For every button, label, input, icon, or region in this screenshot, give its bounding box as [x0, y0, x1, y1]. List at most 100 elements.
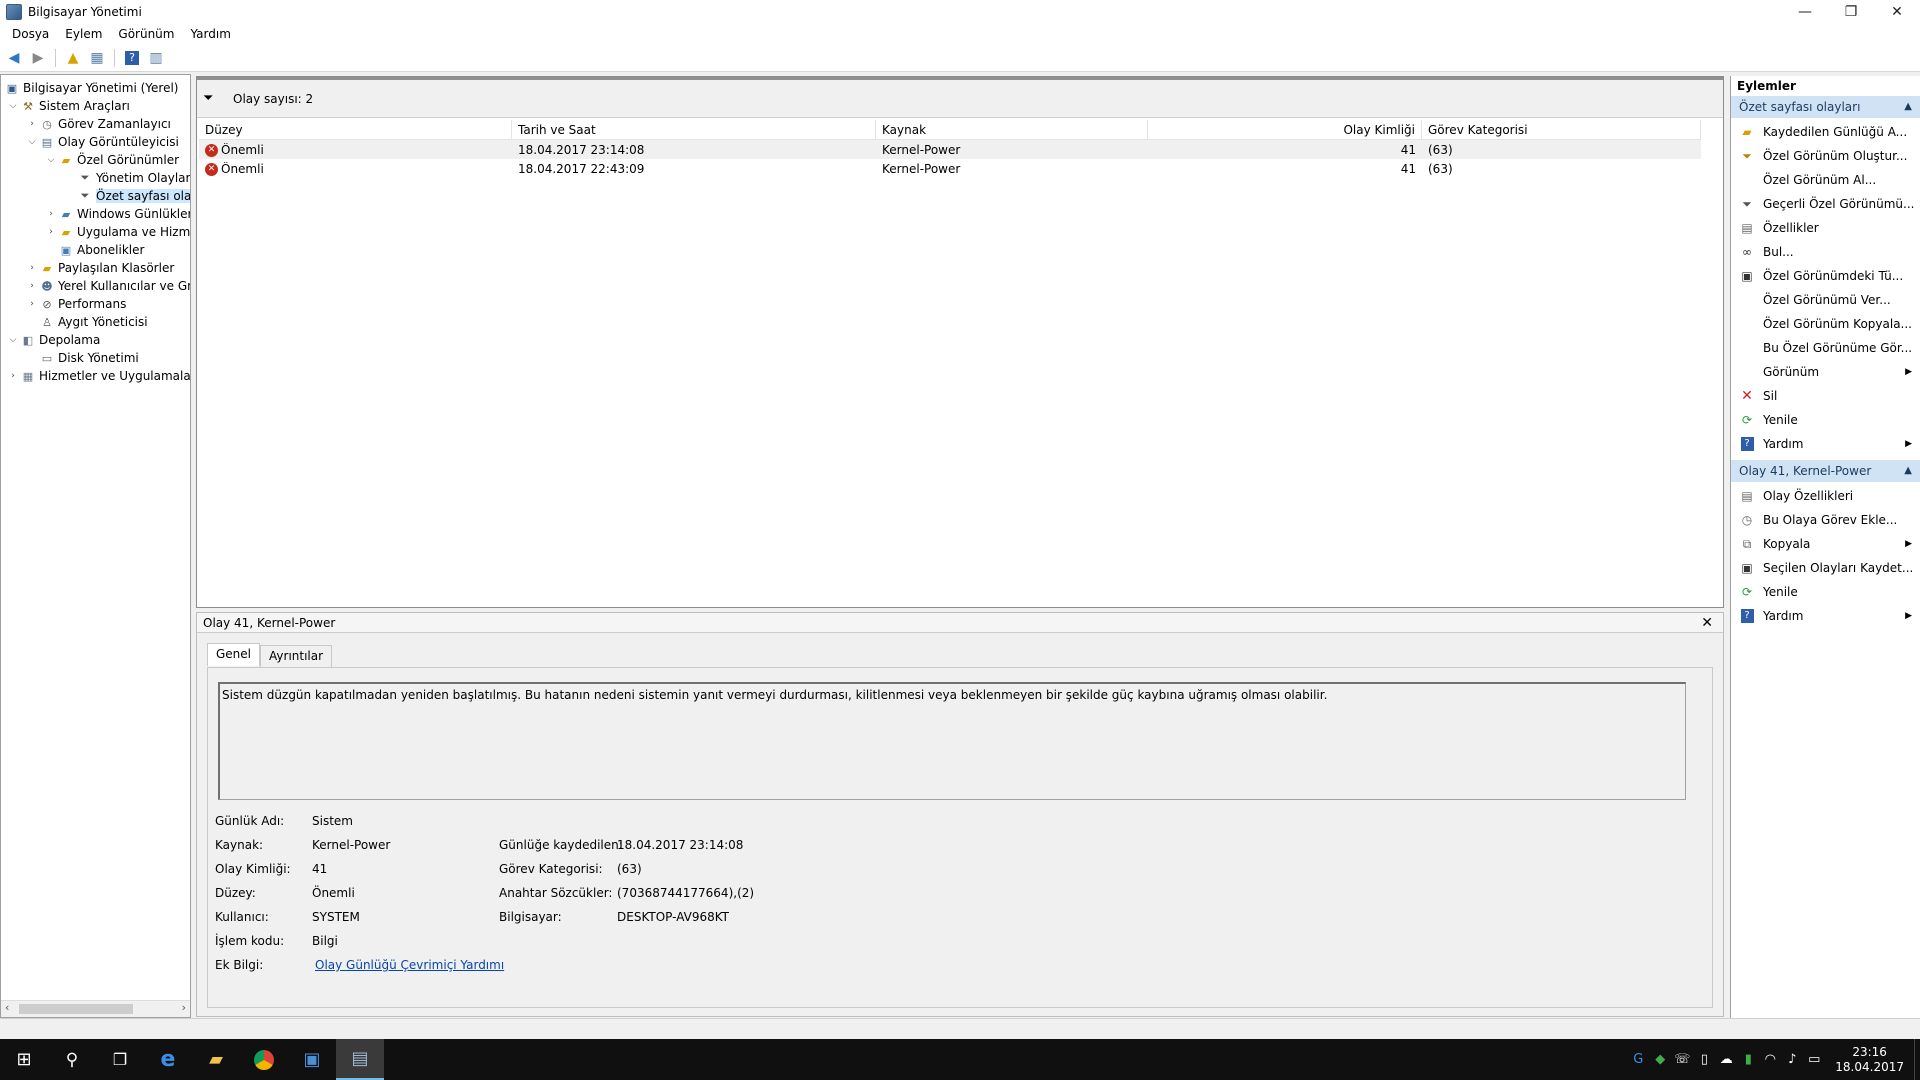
taskbar-clock[interactable]: 23:16 18.04.2017 [1825, 1045, 1914, 1075]
tray-volume-icon[interactable]: ♪ [1781, 1052, 1803, 1067]
column-header-level[interactable]: Düzey [199, 119, 512, 140]
column-header-task-category[interactable]: Görev Kategorisi [1422, 119, 1701, 140]
action-properties[interactable]: ▤ Özellikler [1731, 216, 1920, 240]
table-row[interactable]: ✕ Önemli 18.04.2017 22:43:09 Kernel-Power… [199, 159, 1701, 178]
scrollbar-thumb[interactable] [19, 1004, 133, 1014]
tray-cloud-icon[interactable]: ☁ [1715, 1052, 1737, 1067]
taskbar-edge[interactable]: e [144, 1039, 192, 1080]
tree-item-shared-folders[interactable]: › ▰ Paylaşılan Klasörler [26, 259, 174, 277]
tree-item-event-viewer[interactable]: ⌵ ▤ Olay Görüntüleyicisi [26, 133, 179, 151]
taskbar-chrome[interactable] [240, 1039, 288, 1080]
action-save-all-events[interactable]: ▣ Özel Görünümdeki Tü... [1731, 264, 1920, 288]
action-copy-custom-view[interactable]: Özel Görünüm Kopyala... [1731, 312, 1920, 336]
action-view-submenu[interactable]: Görünüm ▶ [1731, 360, 1920, 384]
tree-horizontal-scrollbar[interactable]: ‹ › [1, 1000, 190, 1017]
column-header-source[interactable]: Kaynak [876, 119, 1148, 140]
task-view-button[interactable]: ❐ [96, 1039, 144, 1080]
taskbar-file-explorer[interactable]: ▰ [192, 1039, 240, 1080]
forward-button[interactable]: ▶ [28, 48, 48, 68]
action-import-custom-view[interactable]: Özel Görünüm Al... [1731, 168, 1920, 192]
action-filter-current-view[interactable]: ⏷ Geçerli Özel Görünümü... [1731, 192, 1920, 216]
taskbar-computer-management[interactable]: ▤ [336, 1039, 384, 1080]
up-folder-button[interactable]: ▲ [63, 48, 83, 68]
action-event-properties[interactable]: ▤ Olay Özellikleri [1731, 484, 1920, 508]
collapse-arrow-icon[interactable]: ▲ [1904, 460, 1912, 482]
action-delete[interactable]: ✕ Sil [1731, 384, 1920, 408]
tree-item-storage[interactable]: ⌵ ◧ Depolama [7, 331, 101, 349]
maximize-button[interactable]: ❐ [1828, 0, 1874, 24]
show-hide-action-pane-button[interactable]: ▥ [146, 48, 166, 68]
column-header-event-id[interactable]: Olay Kimliği [1148, 119, 1422, 140]
tree-item-windows-logs[interactable]: › ▰ Windows Günlükleri [45, 205, 190, 223]
expand-chevron-icon[interactable]: › [45, 209, 57, 219]
tray-update-icon[interactable]: ◆ [1649, 1052, 1671, 1067]
tree-item-disk-management[interactable]: ▭ Disk Yönetimi [26, 349, 139, 367]
section-header-summary-events[interactable]: Özet sayfası olayları ▲ [1731, 96, 1920, 118]
search-button[interactable]: ⚲ [48, 1039, 96, 1080]
action-refresh-event[interactable]: ⟳ Yenile [1731, 580, 1920, 604]
tray-phone-icon[interactable]: ☏ [1671, 1052, 1693, 1067]
scroll-right-icon[interactable]: › [182, 1001, 186, 1014]
tree-item-computer-management[interactable]: ▣ Bilgisayar Yönetimi (Yerel) [3, 79, 179, 97]
expand-chevron-icon[interactable]: › [26, 119, 38, 129]
scroll-left-icon[interactable]: ‹ [5, 1001, 9, 1014]
action-find[interactable]: ∞ Bul... [1731, 240, 1920, 264]
collapse-arrow-icon[interactable]: ▲ [1904, 96, 1912, 118]
menu-dosya[interactable]: Dosya [4, 27, 57, 41]
menu-gorunum[interactable]: Görünüm [110, 27, 182, 41]
action-export-custom-view[interactable]: Özel Görünümü Ver... [1731, 288, 1920, 312]
column-header-datetime[interactable]: Tarih ve Saat [512, 119, 876, 140]
tree-item-performance[interactable]: › ⊘ Performans [26, 295, 126, 313]
expand-chevron-icon[interactable]: › [26, 263, 38, 273]
section-header-event[interactable]: Olay 41, Kernel-Power ▲ [1731, 460, 1920, 482]
close-icon[interactable]: ✕ [1701, 615, 1713, 631]
action-refresh[interactable]: ⟳ Yenile [1731, 408, 1920, 432]
expand-chevron-icon[interactable]: › [7, 371, 19, 381]
action-create-custom-view[interactable]: ⏷ Özel Görünüm Oluştur... [1731, 144, 1920, 168]
action-open-saved-log[interactable]: ▰ Kaydedilen Günlüğü A... [1731, 120, 1920, 144]
collapse-chevron-icon[interactable]: ⌵ [45, 155, 57, 165]
action-save-selected-events[interactable]: ▣ Seçilen Olayları Kaydet... [1731, 556, 1920, 580]
minimize-button[interactable]: — [1782, 0, 1828, 24]
action-help[interactable]: ? Yardım ▶ [1731, 432, 1920, 456]
tray-battery-icon[interactable]: ▮ [1737, 1052, 1759, 1067]
action-attach-task-to-event[interactable]: ◷ Bu Olaya Görev Ekle... [1731, 508, 1920, 532]
action-copy[interactable]: ⧉ Kopyala ▶ [1731, 532, 1920, 556]
show-hide-tree-button[interactable]: ▦ [87, 48, 107, 68]
tab-details[interactable]: Ayrıntılar [260, 645, 333, 668]
table-row[interactable]: ✕ Önemli 18.04.2017 23:14:08 Kernel-Power… [199, 140, 1701, 159]
collapse-chevron-icon[interactable]: ⌵ [7, 335, 19, 345]
tree-item-task-scheduler[interactable]: › ◷ Görev Zamanlayıcı [26, 115, 171, 133]
tree-item-services-apps[interactable]: › ▦ Hizmetler ve Uygulamalar [7, 367, 190, 385]
collapse-chevron-icon[interactable]: ⌵ [26, 137, 38, 147]
tree-item-summary-events[interactable]: ⏷ Özet sayfası olay [64, 187, 190, 205]
action-attach-task-to-view[interactable]: Bu Özel Görünüme Gör... [1731, 336, 1920, 360]
menu-eylem[interactable]: Eylem [57, 27, 110, 41]
action-help-event[interactable]: ? Yardım ▶ [1731, 604, 1920, 628]
tree-item-system-tools[interactable]: ⌵ ⚒ Sistem Araçları [7, 97, 130, 115]
back-button[interactable]: ◀ [4, 48, 24, 68]
event-description[interactable]: Sistem düzgün kapatılmadan yeniden başla… [218, 682, 1686, 800]
expand-chevron-icon[interactable]: › [26, 281, 38, 291]
menu-yardim[interactable]: Yardım [182, 27, 238, 41]
expand-chevron-icon[interactable]: › [26, 299, 38, 309]
online-help-link[interactable]: Olay Günlüğü Çevrimiçi Yardımı [315, 958, 504, 972]
tray-app-icon[interactable]: G [1627, 1052, 1649, 1067]
tray-wifi-icon[interactable]: ◠ [1759, 1052, 1781, 1067]
tree-item-app-service-logs[interactable]: › ▰ Uygulama ve Hizme [45, 223, 190, 241]
start-button[interactable]: ⊞ [0, 1039, 48, 1080]
tree-item-device-manager[interactable]: ♙ Aygıt Yöneticisi [26, 313, 148, 331]
close-window-button[interactable]: ✕ [1874, 0, 1920, 24]
tray-notifications-icon[interactable]: ▭ [1803, 1052, 1825, 1067]
tree-item-custom-views[interactable]: ⌵ ▰ Özel Görünümler [45, 151, 179, 169]
tree-item-admin-events[interactable]: ⏷ Yönetim Olayları [64, 169, 190, 187]
collapse-chevron-icon[interactable]: ⌵ [7, 101, 19, 111]
tab-general[interactable]: Genel [207, 643, 261, 666]
tray-usb-icon[interactable]: ▯ [1693, 1052, 1715, 1067]
tree-item-subscriptions[interactable]: ▣ Abonelikler [45, 241, 145, 259]
taskbar-app[interactable]: ▣ [288, 1039, 336, 1080]
expand-chevron-icon[interactable]: › [45, 227, 57, 237]
show-desktop-button[interactable] [1914, 1039, 1920, 1080]
help-button[interactable]: ? [122, 48, 142, 68]
tree-item-local-users[interactable]: › ☻ Yerel Kullanıcılar ve Gru [26, 277, 190, 295]
